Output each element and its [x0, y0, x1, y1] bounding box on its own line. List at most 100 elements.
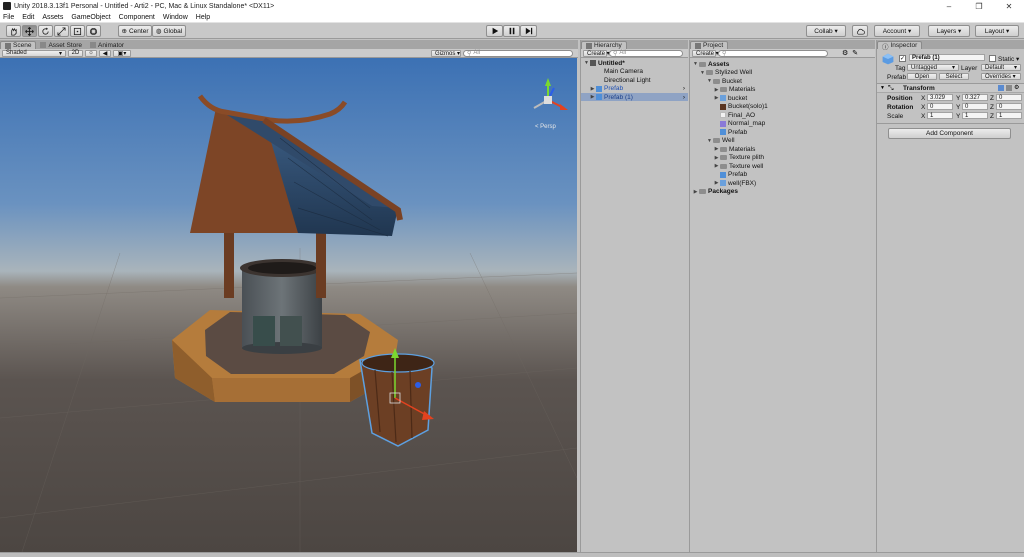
- tab-project[interactable]: Project: [690, 41, 729, 49]
- help-book-icon[interactable]: [998, 85, 1004, 91]
- menu-gameobject[interactable]: GameObject: [71, 14, 110, 21]
- static-dropdown[interactable]: Static ▾: [998, 55, 1019, 63]
- project-row[interactable]: ▶ well(FBX): [690, 179, 875, 187]
- minimize-button[interactable]: –: [934, 0, 964, 12]
- position-z-field[interactable]: 0: [996, 94, 1022, 101]
- project-row[interactable]: Bucket(solo)1: [690, 103, 875, 111]
- collapsed-arrow-icon[interactable]: ▶: [713, 95, 720, 101]
- project-row[interactable]: Final_AO: [690, 111, 875, 119]
- step-button[interactable]: [520, 25, 537, 37]
- scene-viewport[interactable]: < Persp: [0, 58, 577, 557]
- collapsed-arrow-icon[interactable]: ▶: [713, 146, 720, 152]
- hierarchy-create-dropdown[interactable]: Create ▾: [583, 49, 610, 57]
- tab-scene[interactable]: Scene: [0, 41, 37, 49]
- 2d-toggle-button[interactable]: 2D: [68, 49, 83, 57]
- collapsed-arrow-icon[interactable]: ▶: [713, 180, 720, 186]
- position-x-field[interactable]: 3.029: [927, 94, 953, 101]
- project-row[interactable]: ▶ Materials: [690, 145, 875, 153]
- scale-z-field[interactable]: 1: [996, 112, 1022, 119]
- tab-hierarchy[interactable]: Hierarchy: [581, 41, 627, 49]
- expanded-arrow-icon[interactable]: ▼: [692, 61, 699, 67]
- hand-tool-button[interactable]: [6, 25, 21, 37]
- object-name-field[interactable]: Prefab (1): [909, 54, 985, 61]
- project-row[interactable]: ▼ Stylized Well: [690, 69, 875, 77]
- rotation-z-field[interactable]: 0: [996, 103, 1022, 110]
- rotation-x-field[interactable]: 0: [927, 103, 953, 110]
- hierarchy-row[interactable]: ▶ Prefab (1) ›: [581, 93, 688, 101]
- prefab-overrides-dropdown[interactable]: Overrides ▾: [981, 73, 1021, 80]
- layout-dropdown[interactable]: Layout ▾: [975, 25, 1019, 37]
- project-row[interactable]: Prefab: [690, 128, 875, 136]
- account-dropdown[interactable]: Account ▾: [874, 25, 920, 37]
- collapse-arrow-icon[interactable]: ▼: [880, 85, 885, 91]
- space-toggle-button[interactable]: ◍ Global: [152, 25, 186, 37]
- expanded-arrow-icon[interactable]: ▼: [706, 138, 713, 144]
- project-row[interactable]: Prefab: [690, 171, 875, 179]
- prefab-select-button[interactable]: Select: [939, 73, 969, 80]
- layer-dropdown[interactable]: Default ▾: [981, 64, 1021, 71]
- collapsed-arrow-icon[interactable]: ▶: [713, 163, 720, 169]
- expanded-arrow-icon[interactable]: ▼: [706, 78, 713, 84]
- gizmos-dropdown[interactable]: Gizmos ▾: [431, 49, 461, 57]
- effects-dropdown[interactable]: ▣▾: [113, 49, 131, 57]
- scene-search-input[interactable]: ⚲ All: [463, 49, 573, 57]
- collapsed-arrow-icon[interactable]: ▶: [589, 94, 596, 100]
- menu-edit[interactable]: Edit: [22, 14, 34, 21]
- project-row[interactable]: ▼ Well: [690, 137, 875, 145]
- scale-tool-button[interactable]: [54, 25, 69, 37]
- pause-button[interactable]: [503, 25, 520, 37]
- menu-help[interactable]: Help: [196, 14, 210, 21]
- project-row[interactable]: ▶ Texture well: [690, 162, 875, 170]
- audio-toggle-button[interactable]: ◀: [99, 49, 111, 57]
- menu-window[interactable]: Window: [163, 14, 188, 21]
- project-search-input[interactable]: ⚲: [718, 49, 828, 57]
- tab-animator[interactable]: Animator: [86, 41, 129, 49]
- cloud-button[interactable]: [852, 25, 868, 37]
- transform-header[interactable]: ▼ ⤡ Transform ⚙: [877, 84, 1024, 93]
- position-y-field[interactable]: 0.327: [962, 94, 988, 101]
- rotation-y-field[interactable]: 0: [962, 103, 988, 110]
- maximize-button[interactable]: ❐: [964, 0, 994, 12]
- project-row[interactable]: ▶ Texture plith: [690, 154, 875, 162]
- hierarchy-row[interactable]: Directional Light: [581, 76, 688, 84]
- project-row[interactable]: Normal_map: [690, 120, 875, 128]
- close-button[interactable]: ✕: [994, 0, 1024, 12]
- project-row[interactable]: ▼ Bucket: [690, 77, 875, 85]
- play-button[interactable]: [486, 25, 503, 37]
- preset-icon[interactable]: [1006, 85, 1012, 91]
- lighting-toggle-button[interactable]: ☼: [85, 49, 97, 57]
- scene-orientation-gizmo[interactable]: [533, 78, 568, 110]
- prefab-open-button[interactable]: Open: [907, 73, 937, 80]
- menu-file[interactable]: File: [3, 14, 14, 21]
- layers-dropdown[interactable]: Layers ▾: [928, 25, 970, 37]
- project-row[interactable]: ▼ Assets: [690, 60, 875, 68]
- hierarchy-search-input[interactable]: ⚲ All: [609, 49, 683, 57]
- tab-inspector[interactable]: ⓘ Inspector: [877, 41, 923, 51]
- menu-assets[interactable]: Assets: [42, 14, 63, 21]
- project-create-dropdown[interactable]: Create ▾: [692, 49, 719, 57]
- project-row[interactable]: ▶ bucket: [690, 94, 875, 102]
- scale-y-field[interactable]: 1: [962, 112, 988, 119]
- collapsed-arrow-icon[interactable]: ▶: [713, 87, 720, 93]
- static-checkbox[interactable]: [989, 55, 996, 62]
- transform-tool-button[interactable]: [86, 25, 101, 37]
- shading-dropdown[interactable]: Shaded ▾: [2, 49, 66, 57]
- scale-x-field[interactable]: 1: [927, 112, 953, 119]
- collapsed-arrow-icon[interactable]: ▶: [713, 155, 720, 161]
- add-component-button[interactable]: Add Component: [888, 128, 1011, 139]
- menu-component[interactable]: Component: [119, 14, 155, 21]
- tag-dropdown[interactable]: Untagged ▾: [907, 64, 959, 71]
- move-tool-button[interactable]: [22, 25, 37, 37]
- collapsed-arrow-icon[interactable]: ▶: [692, 189, 699, 195]
- pivot-toggle-button[interactable]: ⊕ Center: [118, 25, 152, 37]
- active-checkbox[interactable]: ✓: [899, 55, 906, 62]
- collab-button[interactable]: Collab ▾: [806, 25, 846, 37]
- hierarchy-row[interactable]: Main Camera: [581, 68, 688, 76]
- open-prefab-chevron-icon[interactable]: ›: [683, 94, 685, 101]
- settings-gear-icon[interactable]: ⚙: [1014, 84, 1019, 91]
- rotate-tool-button[interactable]: [38, 25, 53, 37]
- tab-asset-store[interactable]: Asset Store: [36, 41, 87, 49]
- hierarchy-row[interactable]: ▼ Untitled*: [581, 59, 688, 67]
- collapsed-arrow-icon[interactable]: ▶: [589, 86, 596, 92]
- project-row[interactable]: ▶ Materials: [690, 86, 875, 94]
